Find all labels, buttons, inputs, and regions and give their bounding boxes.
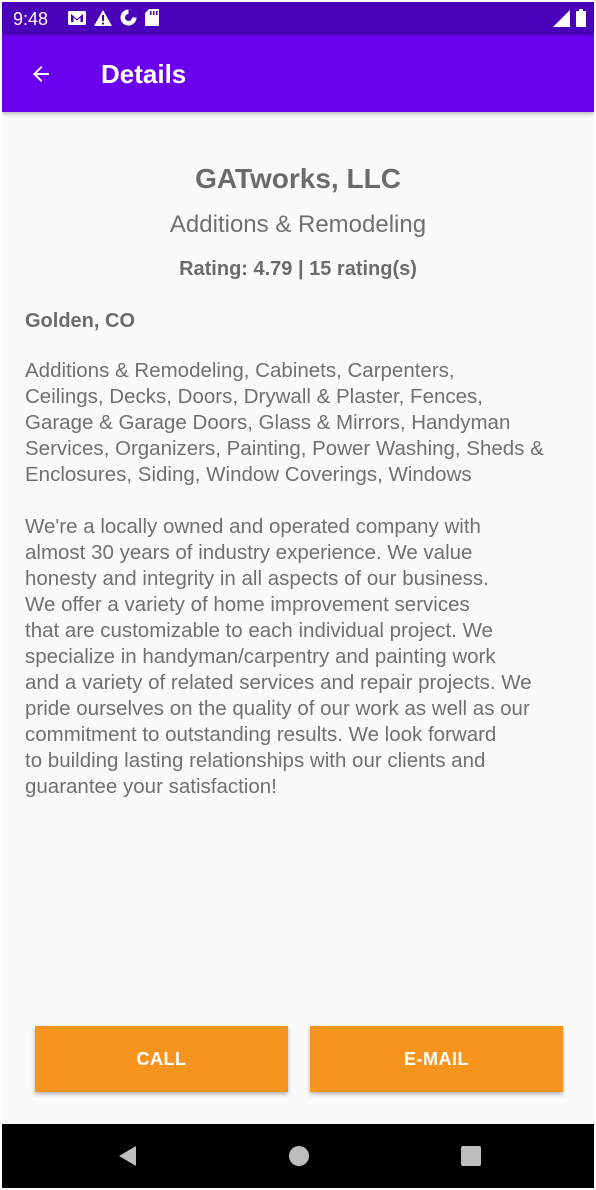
arrow-back-icon	[33, 66, 49, 82]
nav-recents-icon[interactable]	[459, 1144, 483, 1168]
business-category: Additions & Remodeling	[169, 211, 427, 238]
nav-home-icon[interactable]	[287, 1144, 311, 1168]
status-bar: 9:48	[2, 2, 594, 35]
back-button[interactable]	[24, 57, 58, 91]
status-notification-icons	[68, 9, 159, 26]
email-button[interactable]: E-MAIL	[310, 1026, 563, 1092]
status-time: 9:48	[13, 9, 49, 29]
call-button[interactable]: CALL	[35, 1026, 288, 1092]
system-nav-bar	[2, 1124, 594, 1188]
gmail-icon	[68, 10, 86, 25]
app-screen: 9:48 Details GATworks, LLC Additions & R…	[2, 2, 594, 1188]
sd-card-icon	[145, 9, 159, 26]
business-name: GATworks, LLC	[195, 163, 401, 194]
battery-icon	[576, 9, 586, 27]
business-description: We're a locally owned and operated compa…	[25, 515, 532, 798]
signal-icon	[553, 9, 570, 27]
data-saver-icon	[120, 9, 137, 26]
app-bar: Details	[2, 35, 594, 112]
business-services: Additions & Remodeling, Cabinets, Carpen…	[25, 359, 544, 486]
nav-back-icon[interactable]	[116, 1144, 140, 1168]
warning-icon	[94, 9, 112, 26]
business-rating: Rating: 4.79 | 15 rating(s)	[179, 258, 417, 280]
business-location: Golden, CO	[25, 310, 135, 332]
status-system-icons	[553, 9, 586, 27]
page-title: Details	[101, 59, 187, 89]
